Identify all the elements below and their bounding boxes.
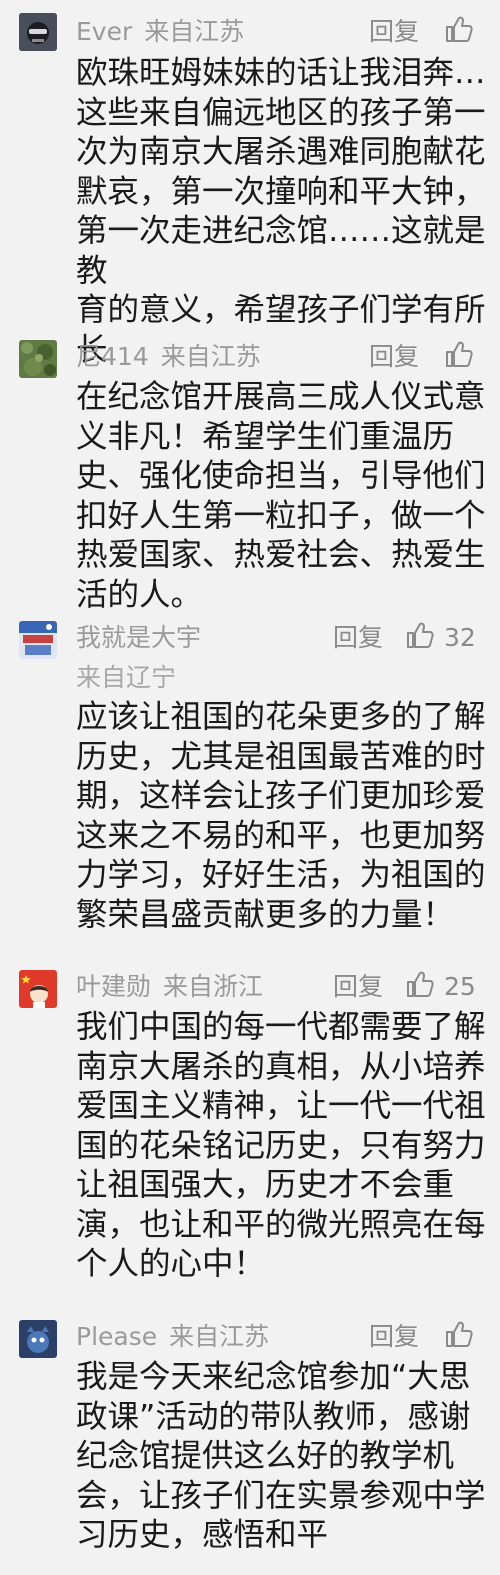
username[interactable]: 尼414 <box>76 342 149 371</box>
avatar-image <box>19 1320 57 1358</box>
like-count: 25 <box>444 972 476 1001</box>
avatar[interactable] <box>19 13 57 51</box>
avatar-image <box>19 970 57 1008</box>
thumbs-up-icon[interactable] <box>405 620 435 650</box>
location: 来自辽宁 <box>76 663 177 692</box>
comment-meta: 叶建勋 来自浙江 <box>76 972 263 1002</box>
location: 来自浙江 <box>163 972 264 1001</box>
comment-text: 我是今天来纪念馆参加“大思 政课”活动的带队教师，感谢 纪念馆提供这么好的教学机… <box>76 1359 486 1553</box>
comment-item: 叶建勋 来自浙江 回复 25 我们中国的每一代都需要了解 南京大屠杀的真相，从小培… <box>0 950 500 1310</box>
reply-button[interactable]: 回复 <box>369 342 419 372</box>
comment-text: 在纪念馆开展高三成人仪式意 义非凡！希望学生们重温历 史、强化使命担当，引导他们… <box>76 379 486 613</box>
reply-button[interactable]: 回复 <box>369 17 419 47</box>
username[interactable]: Please <box>76 1322 157 1351</box>
like-count: 32 <box>444 623 476 652</box>
comment-item: Please 来自江苏 回复 我是今天来纪念馆参加“大思 政课”活动的带队教师，感… <box>0 1310 500 1575</box>
comment-text: 我们中国的每一代都需要了解 南京大屠杀的真相，从小培养 爱国主义精神，让一代一代… <box>76 1009 486 1282</box>
avatar-image <box>19 340 57 378</box>
comment-text: 应该让祖国的花朵更多的了解 历史，尤其是祖国最苦难的时 期，这样会让孩子们更加珍… <box>76 699 486 933</box>
thumbs-up-icon[interactable] <box>444 1319 474 1349</box>
location: 来自江苏 <box>144 17 245 46</box>
comment-item: Ever 来自江苏 回复 欧珠旺姆妹妹的话让我泪奔… 这些来自偏远地区的孩子第一 … <box>0 0 500 368</box>
location: 来自江苏 <box>160 342 261 371</box>
thumbs-up-icon[interactable] <box>444 339 474 369</box>
comment-item: 尼414 来自江苏 回复 在纪念馆开展高三成人仪式意 义非凡！希望学生们重温历 史… <box>0 330 500 613</box>
reply-button[interactable]: 回复 <box>369 1322 419 1352</box>
comment-meta: Ever 来自江苏 <box>76 17 244 47</box>
avatar[interactable] <box>19 970 57 1008</box>
thumbs-up-icon[interactable] <box>405 969 435 999</box>
comment-meta: Please 来自江苏 <box>76 1322 269 1352</box>
comment-meta: 尼414 来自江苏 <box>76 342 261 372</box>
avatar-image <box>19 13 57 51</box>
avatar[interactable] <box>19 340 57 378</box>
username[interactable]: Ever <box>76 17 132 46</box>
reply-button[interactable]: 回复 <box>333 972 383 1002</box>
username[interactable]: 叶建勋 <box>76 972 151 1001</box>
reply-button[interactable]: 回复 <box>333 623 383 653</box>
thumbs-up-icon[interactable] <box>444 14 474 44</box>
avatar[interactable] <box>19 1320 57 1358</box>
avatar-image <box>19 621 57 659</box>
comment-meta: 我就是大宇 <box>76 623 201 653</box>
comment-text: 欧珠旺姆妹妹的话让我泪奔… 这些来自偏远地区的孩子第一 次为南京大屠杀遇难同胞献… <box>76 55 486 368</box>
avatar[interactable] <box>19 621 57 659</box>
location: 来自江苏 <box>169 1322 270 1351</box>
username[interactable]: 我就是大宇 <box>76 623 201 652</box>
comment-item: 我就是大宇 来自辽宁 回复 32 应该让祖国的花朵更多的了解 历史，尤其是祖国最… <box>0 610 500 950</box>
